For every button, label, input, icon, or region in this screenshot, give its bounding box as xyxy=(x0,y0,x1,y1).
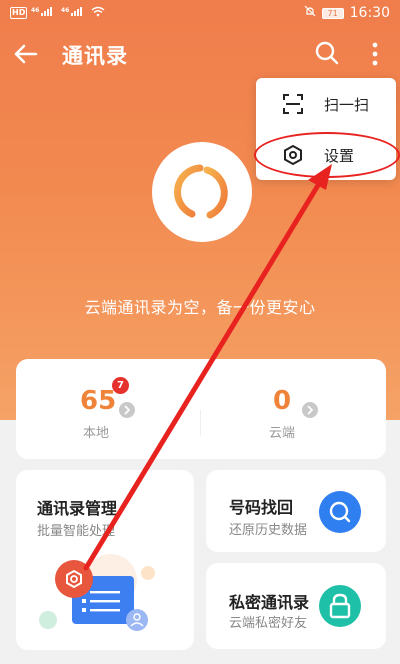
manage-illustration xyxy=(36,540,186,650)
search-icon[interactable] xyxy=(314,40,340,66)
private-subtitle: 云端私密好友 xyxy=(229,616,308,631)
signal-icon-2: 46 xyxy=(61,6,87,20)
stats-divider xyxy=(200,410,201,436)
wifi-icon xyxy=(91,6,105,20)
app-bar: 通讯录 xyxy=(0,34,400,74)
private-title: 私密通讯录 xyxy=(229,593,310,612)
cloud-empty-message: 云端通讯录为空，备一份更安心 xyxy=(84,298,316,317)
more-options-icon[interactable] xyxy=(366,40,384,68)
manage-title: 通讯录管理 xyxy=(37,499,118,518)
mute-icon xyxy=(304,5,316,21)
cloud-label: 云端 xyxy=(269,426,296,441)
cloud-chevron-icon[interactable] xyxy=(302,402,318,418)
local-chevron-icon[interactable] xyxy=(119,402,135,418)
search-circle-icon xyxy=(319,491,361,533)
back-arrow-icon[interactable] xyxy=(12,40,40,68)
annotation-highlight-oval xyxy=(254,132,400,178)
recover-title: 号码找回 xyxy=(229,498,294,517)
local-count[interactable]: 65 xyxy=(80,386,116,416)
local-label: 本地 xyxy=(83,426,110,441)
lock-icon xyxy=(319,585,361,627)
cloud-count[interactable]: 0 xyxy=(273,386,291,416)
manage-subtitle: 批量智能处理 xyxy=(37,524,116,539)
menu-item-scan[interactable]: 扫一扫 xyxy=(256,79,396,129)
status-left: HD 46 46 xyxy=(10,6,105,20)
battery-icon: 71 xyxy=(321,7,344,19)
menu-label-scan: 扫一扫 xyxy=(324,95,370,114)
status-bar: HD 46 46 71 16:30 xyxy=(0,0,400,26)
svg-text:46: 46 xyxy=(31,7,39,14)
recover-subtitle: 还原历史数据 xyxy=(229,523,308,538)
local-badge: 7 xyxy=(112,377,129,394)
sync-icon xyxy=(173,164,228,219)
clock: 16:30 xyxy=(349,5,390,21)
cloud-contacts-logo xyxy=(152,142,252,242)
hd-icon: HD xyxy=(10,7,28,19)
contacts-stats-card xyxy=(16,359,386,459)
scan-icon xyxy=(282,93,304,115)
status-right: 71 16:30 xyxy=(304,5,390,21)
signal-icon: 46 xyxy=(31,6,57,20)
svg-text:46: 46 xyxy=(61,7,69,14)
page-title: 通讯录 xyxy=(62,44,128,68)
